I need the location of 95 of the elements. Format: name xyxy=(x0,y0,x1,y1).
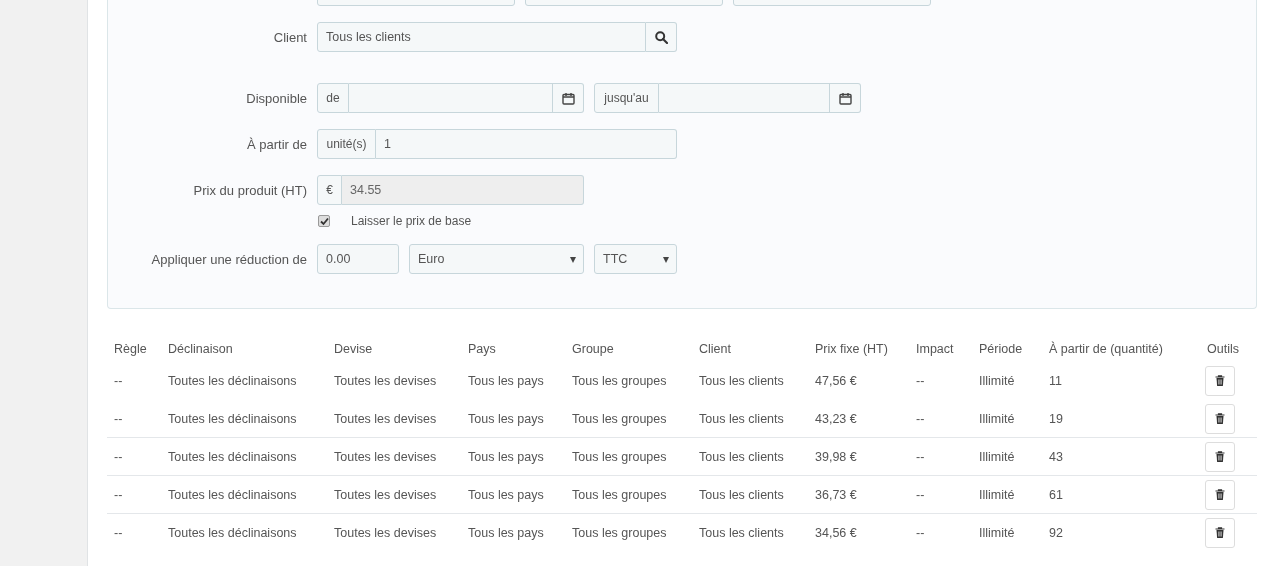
table-cell-text: Tous les clients xyxy=(699,487,785,502)
table-cell-text: Tous les pays xyxy=(468,373,545,388)
table-cell-text: Tous les groupes xyxy=(572,411,668,426)
table-cell-text: Illimité xyxy=(979,449,1016,464)
table-cell-text: 11 xyxy=(1049,373,1063,388)
table-cell-text: Tous les groupes xyxy=(572,525,668,540)
table-cell-text: Illimité xyxy=(979,487,1016,502)
table-cell-text: Tous les pays xyxy=(468,411,545,426)
column-header: Outils xyxy=(1207,342,1240,356)
field-label: Client xyxy=(272,29,308,45)
calendar-icon xyxy=(561,91,575,105)
delete-button[interactable] xyxy=(1205,365,1235,396)
input-prefix: jusqu'au xyxy=(594,83,659,113)
column-header: Règle xyxy=(114,342,148,356)
client-field[interactable]: Tous les clients xyxy=(317,22,646,52)
calendar-button[interactable] xyxy=(553,83,584,113)
delete-button[interactable] xyxy=(1205,403,1235,434)
table-cell-text: Toutes les devises xyxy=(334,487,438,502)
table-cell-text: Tous les pays xyxy=(468,487,545,502)
column-header: Période xyxy=(979,342,1024,356)
table-cell-text: 19 xyxy=(1049,411,1064,426)
field-label: Prix du produit (HT) xyxy=(192,182,308,198)
table-cell-text: Tous les groupes xyxy=(572,373,668,388)
table-cell-text: Tous les clients xyxy=(699,373,785,388)
delete-button[interactable] xyxy=(1205,479,1235,510)
input-prefix: unité(s) xyxy=(317,129,376,159)
table-cell-text: -- xyxy=(114,487,124,502)
input-prefix: de xyxy=(317,83,349,113)
table-cell-text: -- xyxy=(916,449,926,464)
table-cell-text: -- xyxy=(114,373,124,388)
reduction-field[interactable]: 0.00 xyxy=(317,244,399,274)
table-cell-text: -- xyxy=(916,373,926,388)
table-cell-text: 43,23 € xyxy=(815,411,858,426)
trash-icon xyxy=(1215,527,1225,538)
table-cell-text: -- xyxy=(916,411,926,426)
trash-icon xyxy=(1215,489,1225,500)
date-field[interactable] xyxy=(349,83,553,113)
table-cell-text: 61 xyxy=(1049,487,1064,502)
table-cell-text: -- xyxy=(114,411,124,426)
column-header: Pays xyxy=(468,342,497,356)
quantity-field[interactable]: 1 xyxy=(376,129,677,159)
field-label: Disponible xyxy=(245,90,308,106)
column-header: Prix fixe (HT) xyxy=(815,342,889,356)
tax-select[interactable]: TTC xyxy=(594,244,677,274)
table-cell-text: Toutes les déclinaisons xyxy=(168,449,298,464)
column-header: Impact xyxy=(916,342,955,356)
column-header: À partir de (quantité) xyxy=(1049,342,1164,356)
input-prefix: € xyxy=(317,175,342,205)
table-cell-text: Tous les clients xyxy=(699,411,785,426)
checkbox-label: Laisser le prix de base xyxy=(351,214,472,228)
table-cell-text: Illimité xyxy=(979,411,1016,426)
table-cell-text: Tous les clients xyxy=(699,525,785,540)
currency-select[interactable]: Euro xyxy=(409,244,584,274)
table-cell-text: Toutes les déclinaisons xyxy=(168,373,298,388)
table-cell-text: 34,56 € xyxy=(815,525,858,540)
calendar-button[interactable] xyxy=(830,83,861,113)
table-cell-text: Tous les pays xyxy=(468,525,545,540)
checkbox[interactable] xyxy=(318,215,330,227)
table-cell-text: -- xyxy=(916,525,926,540)
table-cell-text: -- xyxy=(114,449,124,464)
table-cell-text: Toutes les déclinaisons xyxy=(168,525,298,540)
table-cell-text: 43 xyxy=(1049,449,1064,464)
table-cell-text: Tous les groupes xyxy=(572,449,668,464)
trash-icon xyxy=(1215,375,1225,386)
field-label: À partir de xyxy=(246,136,308,152)
calendar-icon xyxy=(838,91,852,105)
table-cell-text: Tous les clients xyxy=(699,449,785,464)
delete-button[interactable] xyxy=(1205,441,1235,472)
table-cell-text: -- xyxy=(114,525,124,540)
date-field[interactable] xyxy=(659,83,830,113)
table-cell-text: Toutes les déclinaisons xyxy=(168,411,298,426)
table-cell-text: 92 xyxy=(1049,525,1064,540)
trash-icon xyxy=(1215,451,1225,462)
table-cell-text: Tous les groupes xyxy=(572,487,668,502)
trash-icon xyxy=(1215,413,1225,424)
delete-button[interactable] xyxy=(1205,517,1235,548)
table-cell-text: 39,98 € xyxy=(815,449,858,464)
table-cell-text: -- xyxy=(916,487,926,502)
column-header: Groupe xyxy=(572,342,615,356)
table-cell-text: 36,73 € xyxy=(815,487,858,502)
table-cell-text: Tous les pays xyxy=(468,449,545,464)
table-cell-text: Illimité xyxy=(979,373,1016,388)
table-cell-text: Toutes les devises xyxy=(334,449,438,464)
table-cell-text: Toutes les devises xyxy=(334,411,438,426)
table-cell-text: Toutes les devises xyxy=(334,525,438,540)
search-button[interactable] xyxy=(646,22,677,52)
column-header: Devise xyxy=(334,342,374,356)
search-icon xyxy=(654,30,668,44)
column-header: Déclinaison xyxy=(168,342,234,356)
field-label: Appliquer une réduction de xyxy=(150,251,308,267)
table-cell-text: Toutes les déclinaisons xyxy=(168,487,298,502)
table-cell-text: 47,56 € xyxy=(815,373,858,388)
table-cell-text: Toutes les devises xyxy=(334,373,438,388)
column-header: Client xyxy=(699,342,732,356)
table-cell-text: Illimité xyxy=(979,525,1016,540)
